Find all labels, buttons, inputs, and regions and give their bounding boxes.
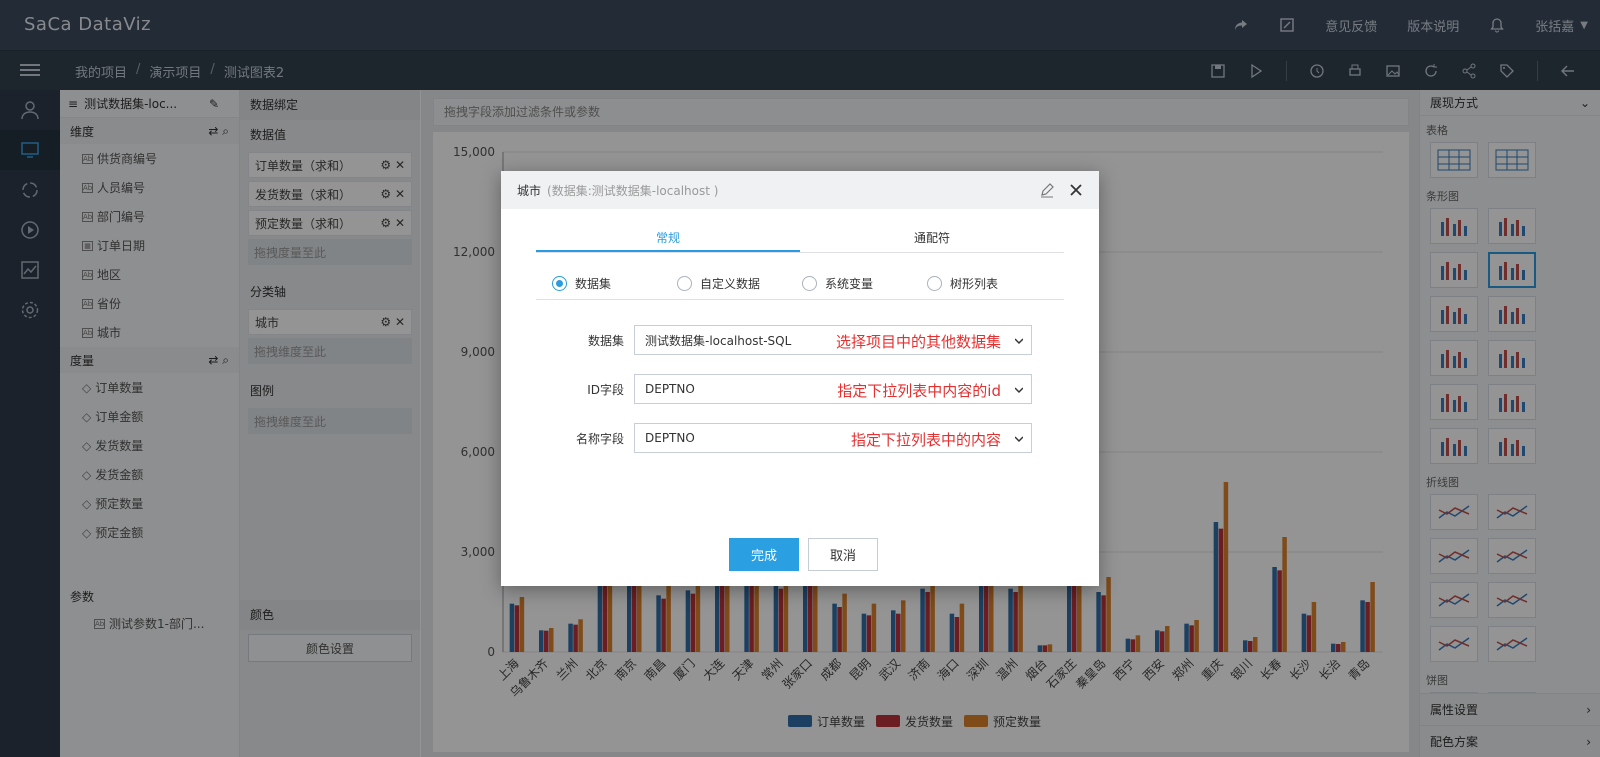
name-field-row: 名称字段 DEPTNO 指定下拉列表中的内容 [536, 423, 1064, 453]
source-type-radios: 数据集 自定义数据 系统变量 树形列表 [536, 267, 1064, 300]
dialog-header: 城市 (数据集:测试数据集-localhost ) [501, 171, 1099, 209]
radio-tree-list[interactable]: 树形列表 [911, 267, 1036, 299]
radio-dataset[interactable]: 数据集 [536, 267, 661, 299]
chevron-down-icon [1015, 387, 1023, 394]
id-field-row: ID字段 DEPTNO 指定下拉列表中内容的id [536, 374, 1064, 404]
chevron-down-icon [1015, 436, 1023, 443]
dialog-subtitle: (数据集:测试数据集-localhost ) [547, 183, 719, 198]
dialog-tabs: 常规 通配符 [536, 223, 1064, 253]
dataset-row: 数据集 测试数据集-localhost-SQL 选择项目中的其他数据集 [536, 325, 1064, 355]
cancel-button[interactable]: 取消 [808, 538, 878, 571]
radio-system-variable[interactable]: 系统变量 [786, 267, 911, 299]
name-field-select[interactable]: DEPTNO 指定下拉列表中的内容 [634, 423, 1032, 453]
radio-custom-data[interactable]: 自定义数据 [661, 267, 786, 299]
id-field-annotation: 指定下拉列表中内容的id [837, 382, 1001, 400]
dialog-title: 城市 [517, 183, 542, 198]
id-field-select[interactable]: DEPTNO 指定下拉列表中内容的id [634, 374, 1032, 404]
id-field-label: ID字段 [587, 382, 624, 397]
tab-general[interactable]: 常规 [536, 223, 800, 252]
done-button[interactable]: 完成 [729, 538, 799, 571]
close-icon[interactable] [1067, 181, 1085, 199]
dataset-label: 数据集 [587, 333, 624, 348]
city-param-dialog: 城市 (数据集:测试数据集-localhost ) 常规 通配符 数据集 自定义… [501, 171, 1099, 586]
name-field-annotation: 指定下拉列表中的内容 [850, 431, 1001, 449]
dataset-annotation: 选择项目中的其他数据集 [835, 333, 1001, 351]
chevron-down-icon [1015, 338, 1023, 345]
name-field-label: 名称字段 [575, 431, 624, 446]
edit-icon[interactable] [1039, 182, 1055, 198]
tab-wildcard[interactable]: 通配符 [800, 223, 1064, 252]
dataset-select[interactable]: 测试数据集-localhost-SQL 选择项目中的其他数据集 [634, 325, 1032, 355]
radio-dataset-checked[interactable] [552, 275, 567, 291]
